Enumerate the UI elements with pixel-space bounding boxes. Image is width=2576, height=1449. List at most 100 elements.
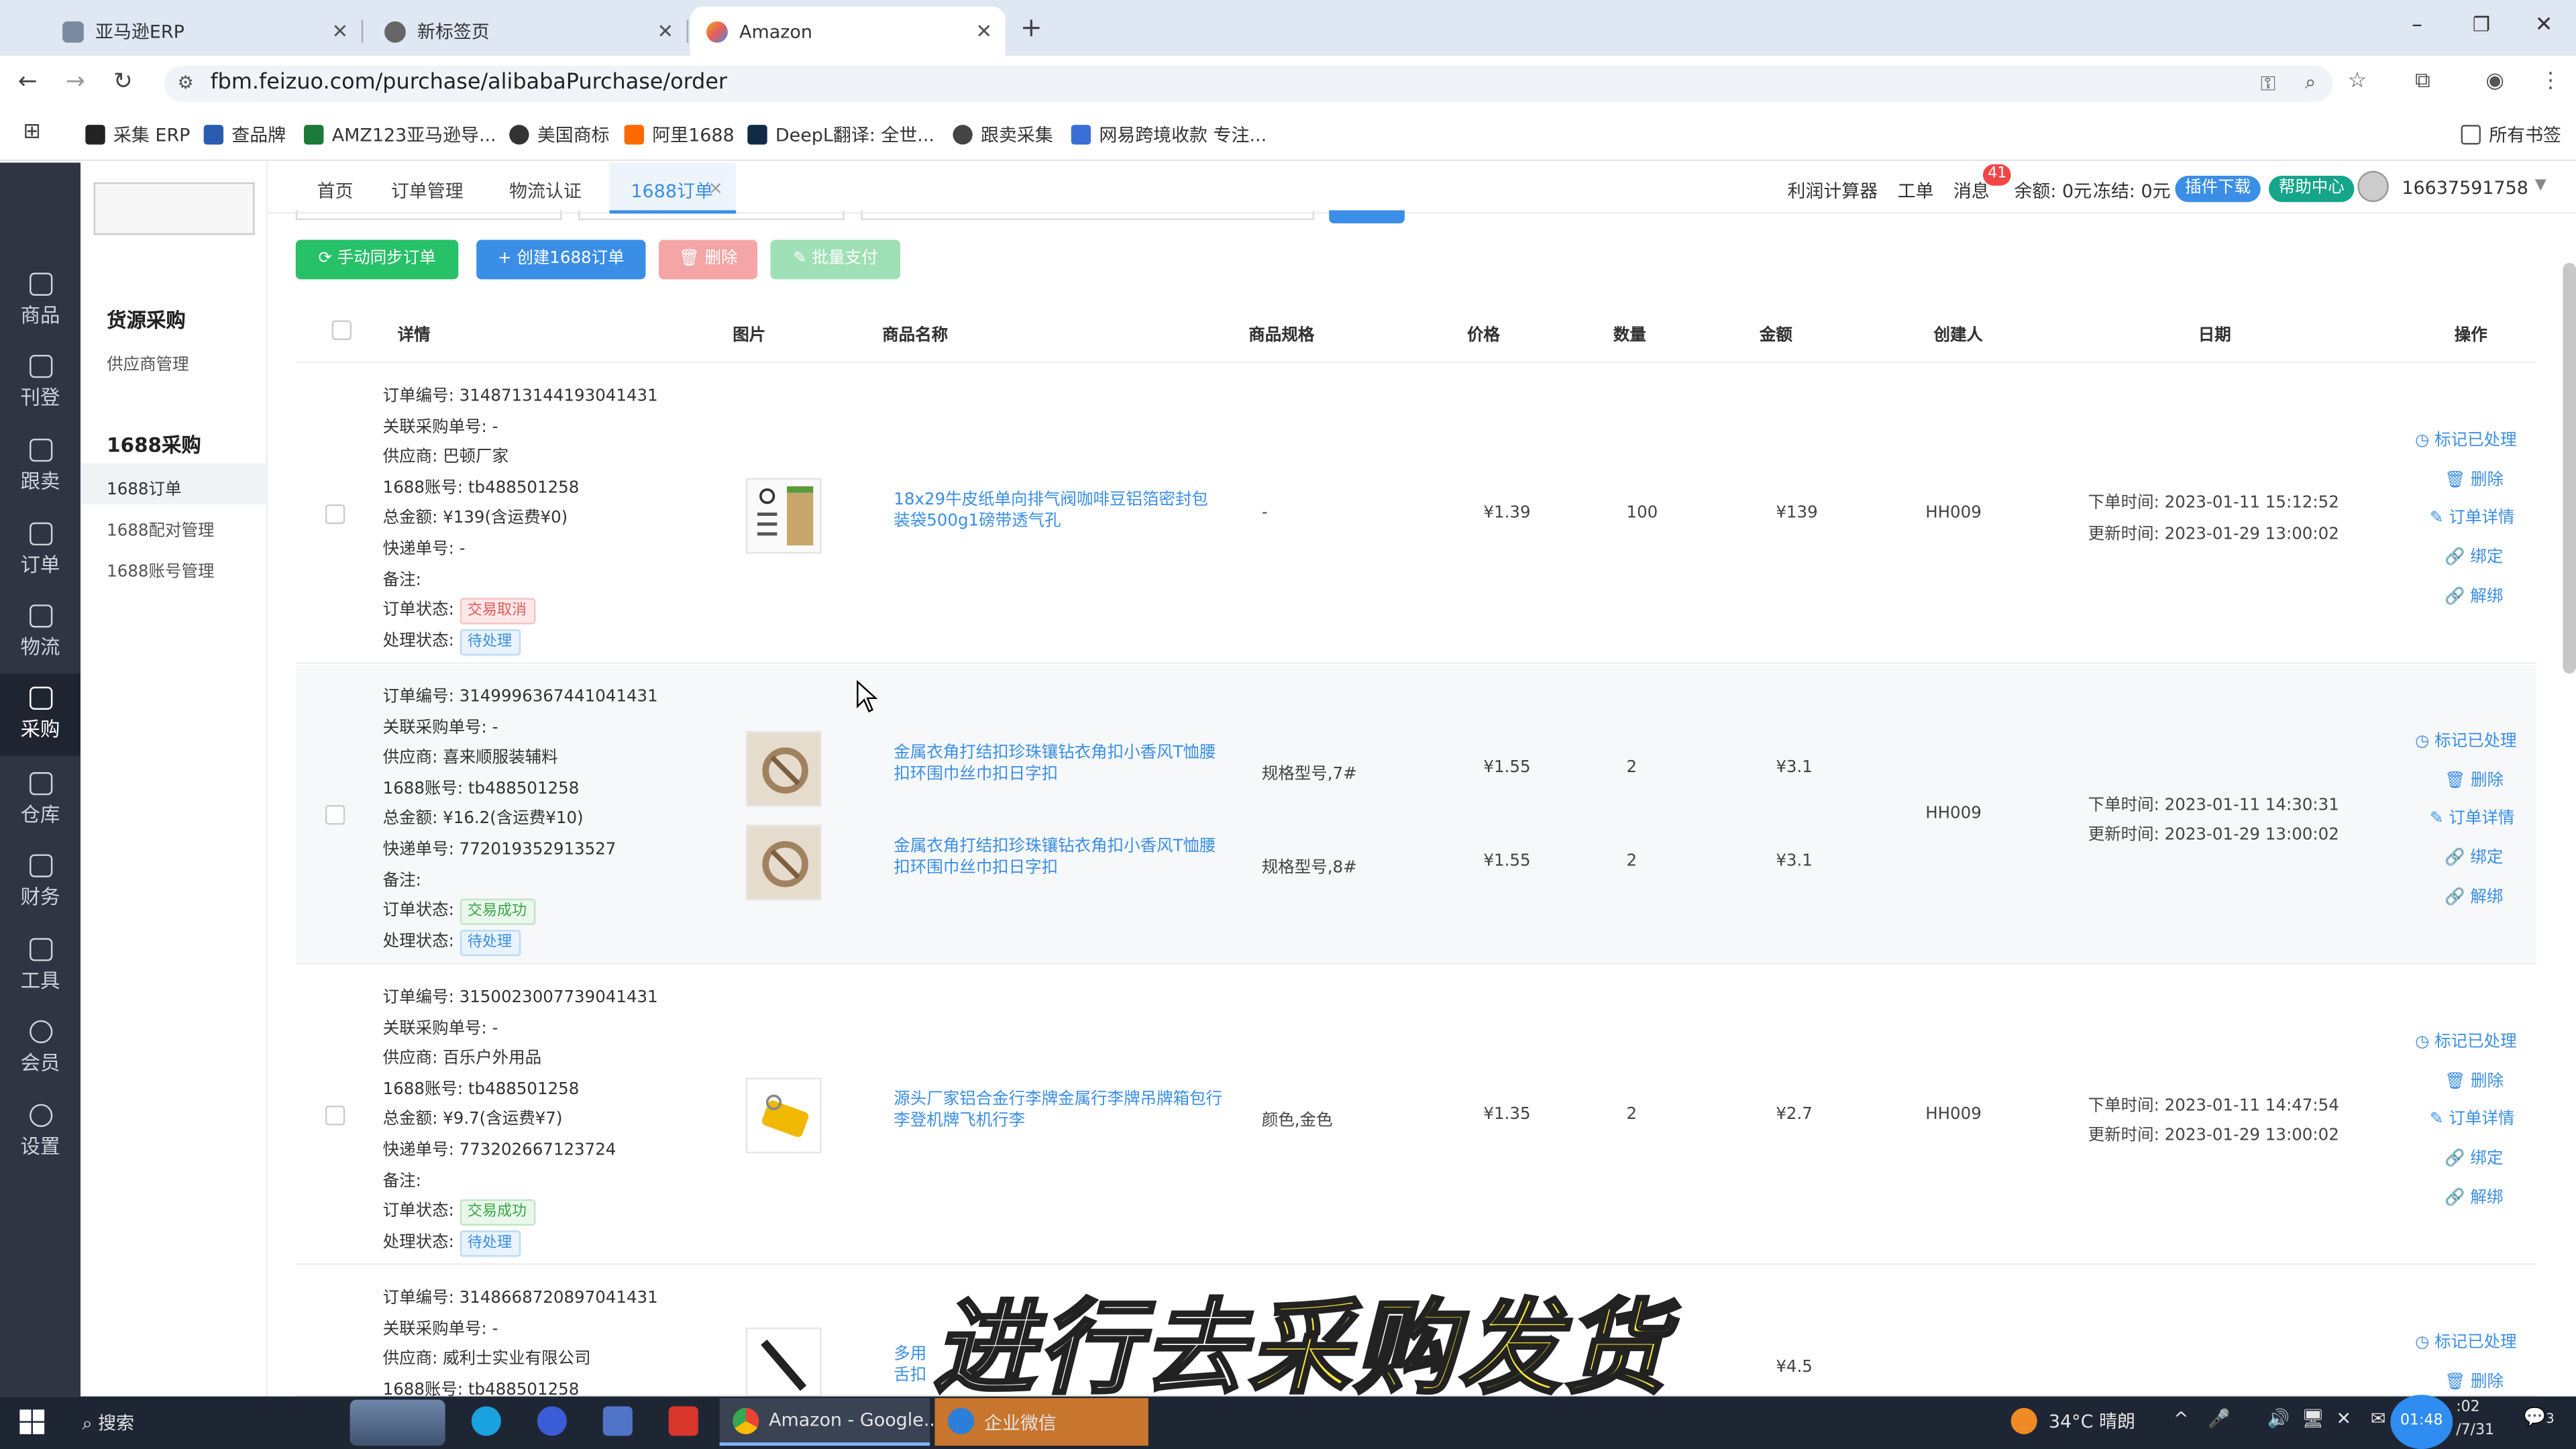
sidebar-item-listing[interactable]: 刊登 [0, 341, 80, 423]
product-image[interactable] [745, 1077, 822, 1154]
bookmark-item[interactable]: 阿里1688 [624, 121, 735, 148]
window-close-button[interactable]: ✕ [2535, 13, 2553, 38]
delete-link[interactable]: 🗑 删除 [2445, 465, 2504, 490]
create-1688-order-button[interactable]: + 创建1688订单 [476, 239, 646, 280]
all-bookmarks[interactable]: 所有书签 [2461, 121, 2561, 148]
filter-input[interactable] [861, 210, 1315, 221]
sidebar-item-orders[interactable]: 订单 [0, 509, 80, 591]
delete-link[interactable]: 🗑 删除 [2445, 1367, 2504, 1391]
unbind-link[interactable]: 🔗 解绑 [2445, 582, 2503, 606]
subnav-item-1688-orders[interactable]: 1688订单 [107, 475, 181, 500]
sidebar-item-tools[interactable]: 工具 [0, 925, 80, 1007]
browser-tab-active[interactable]: Amazon ✕ [690, 6, 1006, 56]
sidebar-item-follow-sell[interactable]: 跟卖 [0, 425, 80, 507]
window-restore-button[interactable]: ❐ [2473, 13, 2490, 36]
tab-close-icon[interactable]: ✕ [657, 19, 674, 42]
site-info-icon[interactable]: ⚙ [177, 72, 193, 94]
bookmark-item[interactable]: 跟卖采集 [953, 121, 1053, 148]
delete-button[interactable]: 🗑 删除 [659, 239, 757, 280]
tray-app-icon[interactable]: ✉ [2371, 1408, 2386, 1430]
sidebar-item-warehouse[interactable]: 仓库 [0, 759, 80, 841]
reload-icon[interactable]: ↻ [113, 69, 133, 95]
product-image[interactable] [745, 731, 822, 807]
batch-pay-button[interactable]: ✎ 批量支付 [770, 239, 901, 280]
profile-icon[interactable]: ◉ [2485, 69, 2504, 94]
bookmark-item[interactable]: DeepL翻译: 全世... [747, 121, 934, 148]
back-icon[interactable]: ← [18, 69, 38, 95]
bookmark-item[interactable]: 采集 ERP [85, 121, 190, 148]
select-all-checkbox[interactable] [331, 320, 352, 340]
order-detail-link[interactable]: ✎ 订单详情 [2430, 1104, 2514, 1129]
window-minimize-button[interactable]: – [2412, 13, 2422, 38]
subnav-item-1688-pairing[interactable]: 1688配对管理 [107, 516, 214, 541]
sidebar-item-members[interactable]: 会员 [0, 1007, 80, 1089]
product-name-link[interactable]: 金属衣角打结扣珍珠镶钻衣角扣小香风T恤腰扣环围巾丝巾扣日字扣 [894, 743, 1222, 786]
unbind-link[interactable]: 🔗 解绑 [2445, 882, 2503, 907]
forward-icon[interactable]: → [66, 69, 85, 95]
tab-home[interactable]: 首页 [317, 177, 354, 203]
bind-link[interactable]: 🔗 绑定 [2445, 843, 2503, 867]
sidebar-item-logistics[interactable]: 物流 [0, 592, 80, 674]
mark-processed-link[interactable]: ◷ 标记已处理 [2415, 425, 2517, 450]
recording-timer-bubble[interactable]: 01:48 [2390, 1395, 2453, 1449]
search-button[interactable] [1329, 210, 1405, 224]
password-key-icon[interactable]: ⚿ [2261, 72, 2275, 97]
delete-link[interactable]: 🗑 删除 [2445, 765, 2504, 790]
bookmark-item[interactable]: 美国商标 [509, 121, 610, 148]
chevron-down-icon[interactable]: ▼ [2535, 177, 2546, 193]
app-icon[interactable] [602, 1406, 633, 1436]
product-image[interactable] [745, 1327, 822, 1397]
row-checkbox[interactable] [325, 805, 345, 825]
mark-processed-link[interactable]: ◷ 标记已处理 [2415, 1328, 2517, 1352]
wps-icon[interactable] [668, 1406, 698, 1436]
sync-orders-button[interactable]: ⟳ 手动同步订单 [295, 239, 459, 280]
tray-app-icon[interactable]: ✕ [2336, 1408, 2351, 1430]
browser-menu-icon[interactable]: ⋮ [2540, 69, 2561, 94]
product-image[interactable] [745, 824, 822, 901]
vertical-scrollbar[interactable] [2563, 262, 2576, 674]
filter-input[interactable] [578, 210, 845, 221]
tab-close-icon[interactable]: ✕ [332, 19, 349, 42]
tab-close-icon[interactable]: ✕ [976, 19, 993, 42]
browser-tab[interactable]: 新标签页 ✕ [368, 7, 689, 56]
extensions-icon[interactable]: ⧉ [2415, 69, 2430, 94]
tab-close-icon[interactable]: × [708, 177, 724, 199]
taskbar-search[interactable]: ⌕ 搜索 [82, 1409, 134, 1436]
bind-link[interactable]: 🔗 绑定 [2445, 542, 2503, 567]
tray-chevron-icon[interactable]: ^ [2174, 1408, 2189, 1430]
row-checkbox[interactable] [325, 1106, 345, 1126]
order-detail-link[interactable]: ✎ 订单详情 [2430, 804, 2514, 828]
bookmark-item[interactable]: 查品牌 [203, 121, 286, 148]
zoom-icon[interactable]: ⌕ [2305, 70, 2316, 95]
unbind-link[interactable]: 🔗 解绑 [2445, 1183, 2503, 1208]
url-field[interactable]: fbm.feizuo.com/purchase/alibabaPurchase/… [164, 65, 2333, 102]
product-name-link[interactable]: 金属衣角打结扣珍珠镶钻衣角扣小香风T恤腰扣环围巾丝巾扣日字扣 [894, 837, 1222, 879]
workorder-link[interactable]: 工单 [1898, 177, 1934, 203]
bookmark-star-icon[interactable]: ☆ [2348, 69, 2367, 94]
browser-tab[interactable]: 亚马逊ERP ✕ [46, 7, 364, 56]
mark-processed-link[interactable]: ◷ 标记已处理 [2415, 1027, 2517, 1051]
microphone-icon[interactable]: 🎤 [2208, 1408, 2231, 1430]
subnav-item-1688-accounts[interactable]: 1688账号管理 [107, 557, 214, 582]
bind-link[interactable]: 🔗 绑定 [2445, 1143, 2503, 1168]
tab-1688-orders[interactable]: 1688订单 [631, 177, 712, 203]
user-account[interactable]: 16637591758 [2402, 177, 2528, 199]
filter-input[interactable] [295, 210, 562, 221]
product-image[interactable] [745, 478, 822, 554]
sidebar-item-products[interactable]: 商品 [0, 260, 80, 341]
product-name-link[interactable]: 源头厂家铝合金行李牌金属行李牌吊牌箱包行李登机牌飞机行李 [894, 1089, 1222, 1132]
avatar[interactable] [2357, 170, 2389, 203]
row-checkbox[interactable] [325, 504, 345, 525]
sidebar-item-settings[interactable]: 设置 [0, 1091, 80, 1173]
help-center-button[interactable]: 帮助中心 [2269, 176, 2355, 203]
windows-start-icon[interactable] [19, 1409, 45, 1434]
sidebar-item-finance[interactable]: 财务 [0, 841, 80, 923]
profit-calculator-link[interactable]: 利润计算器 [1787, 177, 1878, 203]
bookmark-item[interactable]: AMZ123亚马逊导... [304, 121, 496, 148]
bookmark-item[interactable]: 网易跨境收款 专注... [1071, 121, 1267, 148]
new-tab-button[interactable]: + [1020, 11, 1042, 43]
edge-icon[interactable] [471, 1406, 501, 1436]
product-name-link[interactable]: 18x29牛皮纸单向排气阀咖啡豆铝箔密封包装袋500g1磅带透气孔 [894, 490, 1222, 533]
speaker-icon[interactable]: 🔊 [2267, 1408, 2290, 1430]
mark-processed-link[interactable]: ◷ 标记已处理 [2415, 726, 2517, 751]
